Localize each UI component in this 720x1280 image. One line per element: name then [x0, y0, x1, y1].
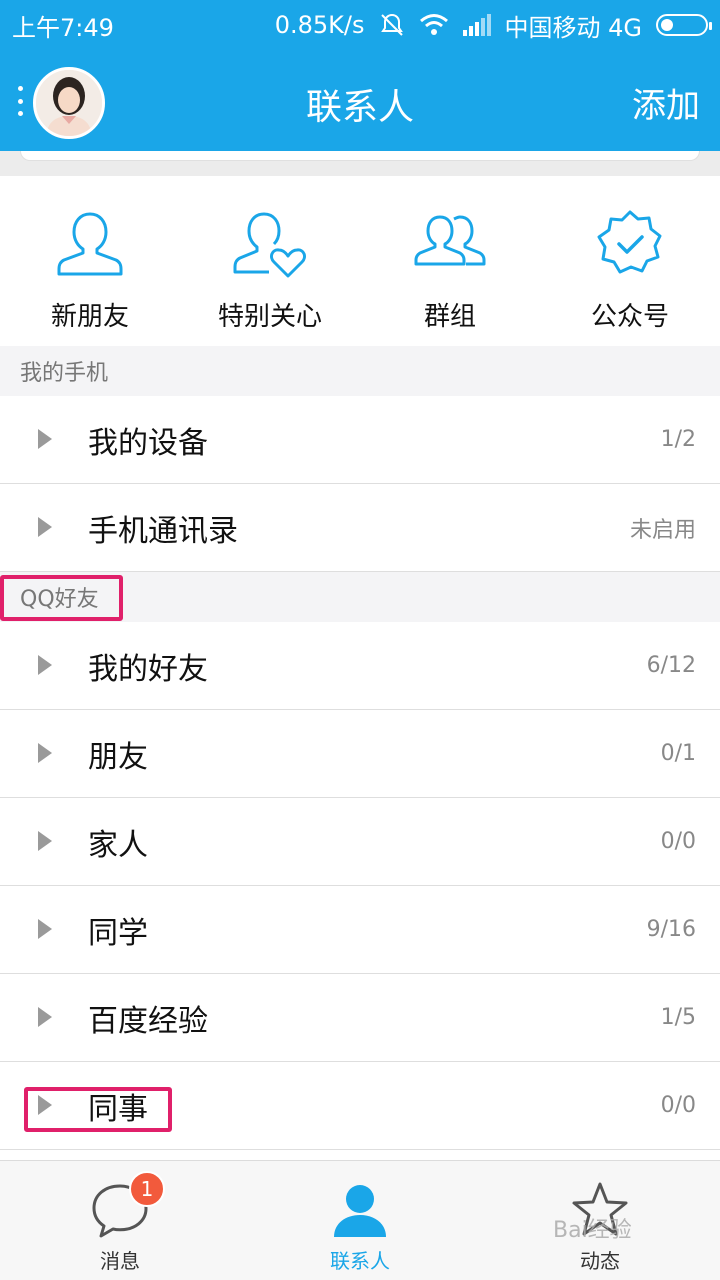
group-name: 同学 [88, 915, 148, 951]
mute-bell-icon [379, 12, 405, 38]
search-box[interactable] [20, 151, 700, 161]
quick-groups[interactable]: 群组 [360, 176, 540, 346]
new-friend-icon [52, 204, 128, 284]
highlight-box-qq-friends [0, 575, 123, 621]
tab-label: 联系人 [330, 1249, 390, 1273]
group-count: 1/2 [660, 427, 696, 452]
group-count: 0/1 [660, 741, 696, 766]
quick-special-care[interactable]: 特别关心 [180, 176, 360, 346]
group-name: 我的好友 [88, 651, 208, 687]
tab-label: 消息 [100, 1249, 140, 1273]
list-item-phone-contacts[interactable]: 手机通讯录 未启用 [0, 484, 720, 572]
battery-icon [656, 14, 712, 36]
list-item-baidu-jingyan[interactable]: 百度经验 1/5 [0, 974, 720, 1062]
group-count: 0/0 [660, 1093, 696, 1118]
group-count: 6/12 [646, 653, 696, 678]
special-care-icon [230, 204, 310, 284]
group-count: 1/5 [660, 1005, 696, 1030]
carrier-label: 中国移动 4G [504, 13, 643, 42]
group-name: 家人 [88, 827, 148, 863]
network-speed: 0.85K/s [274, 11, 365, 39]
group-name: 百度经验 [88, 1003, 208, 1039]
title-bar: 联系人 添加 [0, 50, 720, 151]
expand-arrow-icon [38, 1007, 52, 1027]
section-header-phone: 我的手机 [0, 346, 720, 396]
page-title: 联系人 [305, 87, 414, 128]
add-button[interactable]: 添加 [632, 78, 700, 127]
quick-new-friends[interactable]: 新朋友 [0, 176, 180, 346]
unread-badge: 1 [129, 1171, 165, 1207]
group-count: 未启用 [629, 517, 696, 543]
group-count: 9/16 [646, 917, 696, 942]
signal-icon [462, 14, 491, 36]
status-time: 上午7:49 [12, 13, 114, 42]
list-item-classmates[interactable]: 同学 9/16 [0, 886, 720, 974]
group-name: 朋友 [88, 739, 148, 775]
tab-contacts[interactable]: 联系人 [240, 1161, 480, 1280]
quick-label: 公众号 [590, 302, 669, 332]
wifi-icon [419, 13, 449, 37]
group-count: 0/0 [660, 829, 696, 854]
list-item-my-devices[interactable]: 我的设备 1/2 [0, 396, 720, 484]
list-item-family[interactable]: 家人 0/0 [0, 798, 720, 886]
tab-messages[interactable]: 1 消息 [0, 1161, 240, 1280]
group-name: 我的设备 [88, 425, 208, 461]
group-name: 手机通讯录 [88, 513, 238, 549]
expand-arrow-icon [38, 429, 52, 449]
quick-public-accounts[interactable]: 公众号 [540, 176, 720, 346]
public-account-icon [593, 204, 667, 284]
message-bubble-icon: 1 [89, 1171, 165, 1241]
quick-access-row: 新朋友 特别关心 群组 公众号 [0, 176, 720, 346]
contacts-person-icon [330, 1179, 390, 1241]
expand-arrow-icon [38, 919, 52, 939]
list-item-friends[interactable]: 朋友 0/1 [0, 710, 720, 798]
quick-label: 群组 [423, 302, 476, 332]
expand-arrow-icon [38, 517, 52, 537]
quick-label: 新朋友 [50, 302, 129, 332]
tab-label: 动态 [580, 1249, 620, 1273]
highlight-box-colleagues [24, 1087, 172, 1132]
baidu-watermark: Bai经验 [553, 1218, 632, 1243]
expand-arrow-icon [38, 655, 52, 675]
expand-arrow-icon [38, 831, 52, 851]
quick-label: 特别关心 [217, 302, 322, 332]
list-item-my-friends[interactable]: 我的好友 6/12 [0, 622, 720, 710]
status-bar: 上午7:49 0.85K/s 中国移动 4G [0, 0, 720, 50]
group-icon [410, 204, 490, 284]
expand-arrow-icon [38, 743, 52, 763]
search-bar-edge [0, 151, 720, 176]
